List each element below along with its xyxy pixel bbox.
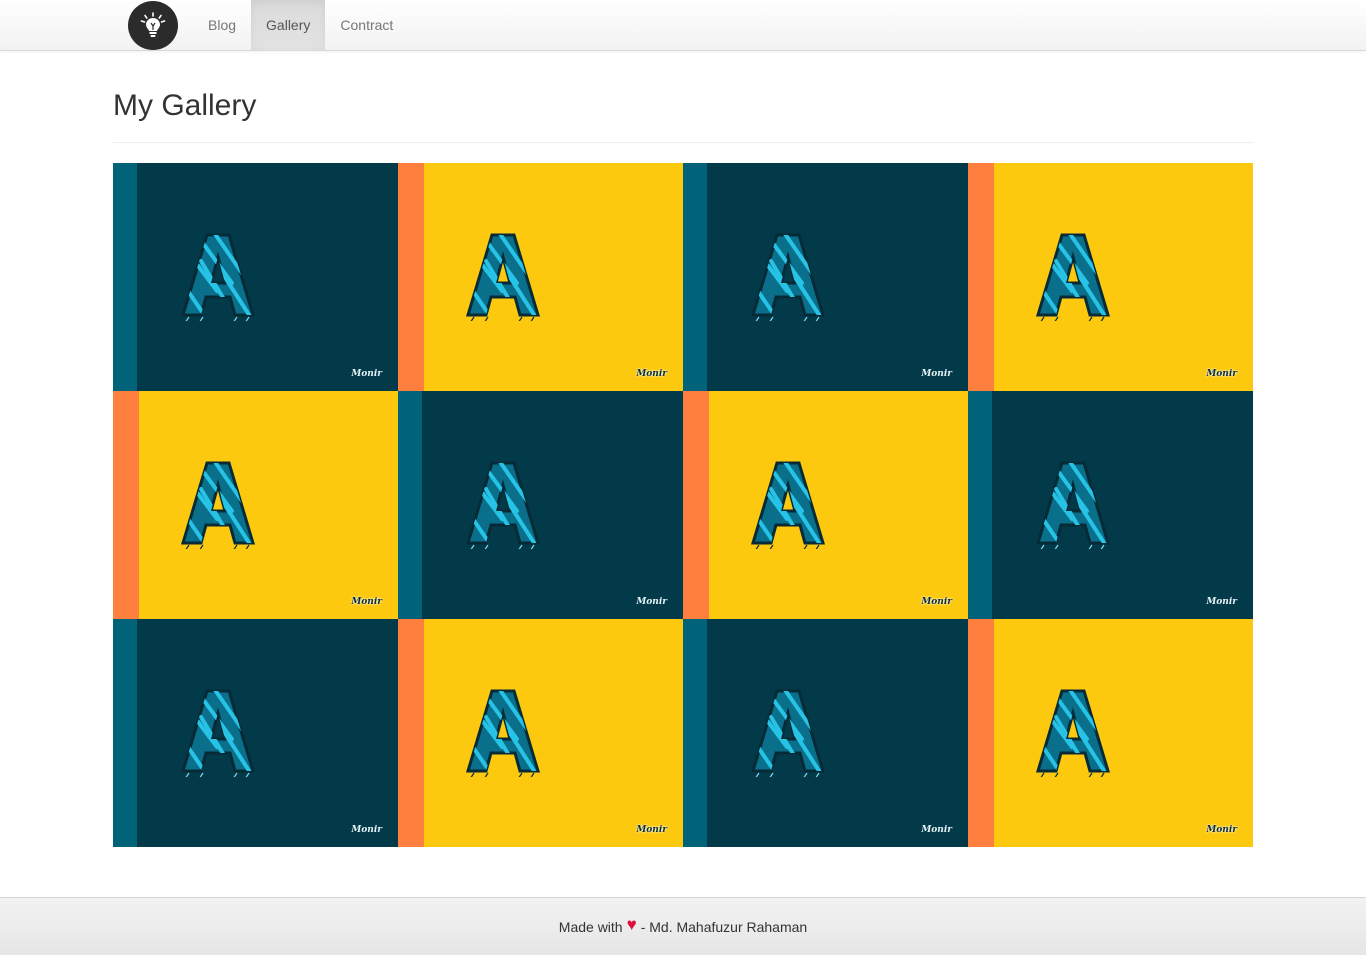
letter-a-artwork — [465, 689, 541, 777]
footer-prefix: Made with — [558, 918, 623, 935]
main-nav: Blog Gallery Contract — [193, 0, 408, 50]
gallery-tile[interactable]: Monir — [113, 163, 398, 391]
tile-stripe — [683, 391, 709, 619]
gallery-tile[interactable]: Monir — [398, 163, 683, 391]
brand-logo[interactable] — [128, 1, 178, 50]
tile-signature: Monir — [351, 825, 382, 835]
tile-signature: Monir — [351, 597, 382, 607]
letter-a-artwork — [180, 689, 256, 777]
gallery-tile[interactable]: Monir — [398, 619, 683, 847]
tile-signature: Monir — [1206, 825, 1237, 835]
tile-stripe — [968, 619, 994, 847]
letter-a-artwork — [750, 461, 826, 549]
tile-signature: Monir — [921, 825, 952, 835]
letter-a-artwork — [750, 689, 826, 777]
nav-item-gallery[interactable]: Gallery — [251, 0, 326, 50]
letter-a-artwork — [180, 233, 256, 321]
tile-signature: Monir — [636, 825, 667, 835]
tile-stripe — [398, 391, 422, 619]
tile-stripe — [683, 163, 707, 391]
letter-a-artwork — [1035, 461, 1111, 549]
tile-signature: Monir — [351, 369, 382, 379]
letter-a-artwork — [180, 461, 256, 549]
gallery-tile[interactable]: Monir — [683, 391, 968, 619]
footer-author: - Md. Mahafuzur Rahaman — [640, 918, 808, 935]
letter-a-artwork — [465, 233, 541, 321]
tile-stripe — [968, 163, 994, 391]
tile-stripe — [113, 619, 137, 847]
gallery-tile[interactable]: Monir — [683, 163, 968, 391]
tile-signature: Monir — [921, 597, 952, 607]
nav-item-contract[interactable]: Contract — [325, 0, 408, 50]
lightbulb-icon — [140, 11, 166, 37]
page-title: My Gallery — [113, 89, 257, 122]
nav-item-blog[interactable]: Blog — [193, 0, 251, 50]
gallery-tile[interactable]: Monir — [968, 163, 1253, 391]
page-header: My Gallery — [113, 88, 1253, 143]
gallery-tile[interactable]: Monir — [968, 391, 1253, 619]
tile-signature: Monir — [1206, 369, 1237, 379]
tile-stripe — [683, 619, 707, 847]
tile-stripe — [968, 391, 992, 619]
footer: Made with ♥ - Md. Mahafuzur Rahaman — [0, 897, 1366, 955]
gallery-tile[interactable]: Monir — [968, 619, 1253, 847]
tile-stripe — [113, 391, 139, 619]
gallery-tile[interactable]: Monir — [113, 619, 398, 847]
tile-signature: Monir — [636, 597, 667, 607]
gallery-tile[interactable]: Monir — [683, 619, 968, 847]
heart-icon: ♥ — [626, 914, 637, 934]
tile-signature: Monir — [921, 369, 952, 379]
tile-stripe — [113, 163, 137, 391]
gallery-tile[interactable]: Monir — [113, 391, 398, 619]
letter-a-artwork — [1035, 233, 1111, 321]
tile-stripe — [398, 163, 424, 391]
letter-a-artwork — [465, 461, 541, 549]
gallery-grid: Monir Monir Monir Monir Monir Monir Monir Monir… — [113, 163, 1253, 847]
navbar: Blog Gallery Contract — [0, 0, 1366, 51]
letter-a-artwork — [1035, 689, 1111, 777]
tile-signature: Monir — [1206, 597, 1237, 607]
tile-stripe — [398, 619, 424, 847]
tile-signature: Monir — [636, 369, 667, 379]
gallery-tile[interactable]: Monir — [398, 391, 683, 619]
letter-a-artwork — [750, 233, 826, 321]
